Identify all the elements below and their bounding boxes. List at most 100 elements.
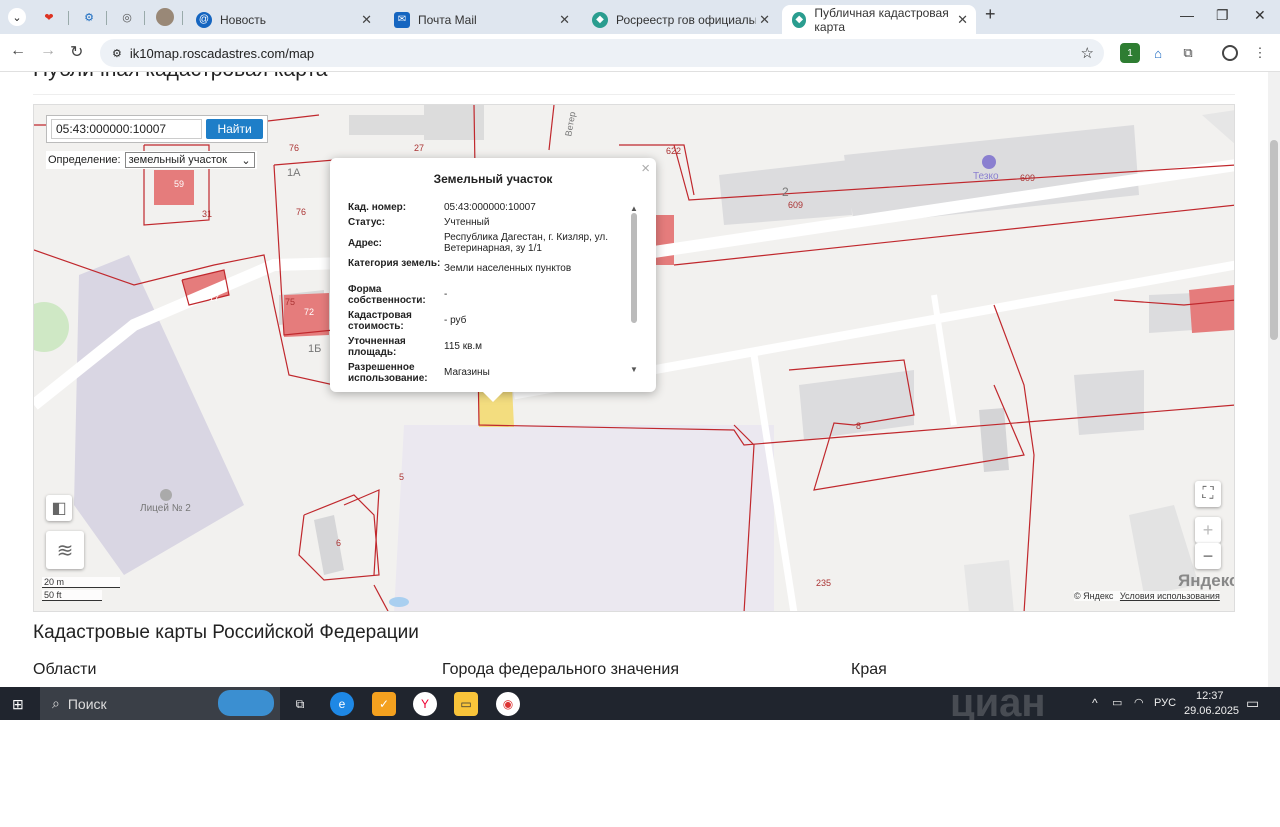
parcel-boundary [373, 584, 389, 611]
edge-icon[interactable]: e [330, 692, 354, 716]
minimize-button[interactable]: — [1180, 7, 1194, 23]
fullscreen-icon[interactable]: ⛶ [1195, 481, 1221, 507]
find-button[interactable]: Найти [206, 119, 263, 139]
close-icon[interactable]: ✕ [559, 12, 570, 28]
tasks-icon[interactable]: ✓ [372, 692, 396, 716]
forward-button[interactable]: → [40, 42, 56, 60]
tab-news[interactable]: @ Новость ✕ [186, 5, 380, 34]
info-row-permitted-use: Разрешенное использование: Магазины [348, 362, 628, 382]
map-poi-label[interactable]: Лицей № 2 [140, 503, 191, 514]
tray-date[interactable]: 29.06.2025 [1184, 705, 1239, 717]
pinned-tab-network-icon[interactable]: ⚙ [80, 8, 98, 26]
chevron-down-icon: ⌄ [241, 154, 251, 167]
profile-icon[interactable] [1222, 45, 1238, 61]
input-language[interactable]: РУС [1154, 697, 1176, 709]
map-label: 31 [202, 209, 213, 219]
popup-pointer [483, 392, 503, 402]
tray-time[interactable]: 12:37 [1196, 690, 1224, 702]
tab-strip: ⌄ ❤ ⚙ ◎ @ Новость ✕ ✉ Почта Mail ✕ ◆ Рос… [0, 0, 1280, 34]
info-value: 05:43:000000:10007 [444, 202, 536, 213]
definition-select[interactable]: земельный участок ⌄ [124, 152, 255, 168]
ruler-icon[interactable]: ◧ [46, 495, 72, 521]
search-highlight-icon [218, 690, 274, 716]
map-building [964, 560, 1014, 611]
close-icon[interactable]: ✕ [361, 12, 372, 28]
layers-icon[interactable]: ≋ [46, 531, 84, 569]
parcel-boundary [548, 105, 555, 151]
pinned-tab-avatar-icon[interactable] [156, 8, 174, 26]
close-icon[interactable]: ✕ [957, 12, 968, 28]
cadastral-search: 05:43:000000:10007 Найти [46, 115, 268, 143]
tray-wifi-icon[interactable]: ◠ [1134, 696, 1144, 709]
map-water [389, 597, 409, 607]
scroll-up-icon[interactable]: ▲ [630, 204, 638, 213]
map-poi-label[interactable]: Тезко [973, 171, 999, 182]
cadastral-number-input[interactable]: 05:43:000000:10007 [51, 119, 203, 139]
tab-search-chevron-icon[interactable]: ⌄ [8, 8, 26, 26]
extensions-puzzle-icon[interactable]: ⧉ [1178, 43, 1198, 63]
definition-select-value: земельный участок [128, 154, 227, 166]
new-tab-button[interactable]: + [985, 4, 996, 25]
maximize-button[interactable]: ❐ [1216, 7, 1229, 24]
tab-mail[interactable]: ✉ Почта Mail ✕ [384, 5, 578, 34]
cadastral-map[interactable]: 76 27 622 59 1А 31 76 2 609 Тезко 609 17… [33, 104, 1235, 612]
yandex-browser-icon[interactable]: Y [413, 692, 437, 716]
rosreestr-icon: ◆ [592, 11, 608, 28]
map-label: 2 [782, 185, 789, 199]
column-federal-cities[interactable]: Города федерального значения [442, 661, 679, 679]
chrome-icon[interactable]: ◉ [496, 692, 520, 716]
page-scroll-thumb[interactable] [1270, 140, 1278, 340]
column-regions[interactable]: Области [33, 661, 96, 679]
info-row-cadastral-value: Кадастровая стоимость: - руб [348, 310, 628, 332]
column-krai[interactable]: Края [851, 661, 887, 679]
address-bar[interactable]: ⚙ ik10map.roscadastres.com/map ☆ [100, 39, 1104, 67]
bookmark-star-icon[interactable]: ☆ [1081, 44, 1094, 62]
info-row-cad-number: Кад. номер: 05:43:000000:10007 [348, 202, 628, 213]
file-explorer-icon[interactable]: ▭ [454, 692, 478, 716]
map-label: 1Б [308, 343, 322, 355]
back-button[interactable]: ← [10, 42, 26, 60]
tab-cadastral-map[interactable]: ◆ Публичная кадастровая карта ✕ [782, 5, 976, 34]
tab-separator [182, 11, 183, 25]
close-icon[interactable]: ✕ [759, 12, 770, 28]
tray-network-icon[interactable]: ▭ [1112, 696, 1122, 709]
map-label: 59 [174, 179, 185, 189]
shop-poi-icon[interactable] [982, 155, 996, 169]
pinned-tab-target-icon[interactable]: ◎ [118, 8, 136, 26]
pinned-tab-heart-icon[interactable]: ❤ [40, 8, 58, 26]
menu-kebab-icon[interactable]: ⋮ [1250, 43, 1270, 63]
terms-link[interactable]: Условия использования [1120, 591, 1220, 601]
page-content: Публичная кадастровая карта [0, 72, 1268, 688]
notifications-icon[interactable]: ▭ [1246, 695, 1259, 712]
copyright-text: © Яндекс [1074, 591, 1114, 601]
map-label: 609 [1020, 173, 1036, 183]
close-window-button[interactable]: ✕ [1254, 7, 1266, 24]
info-key: Кад. номер: [348, 202, 407, 213]
search-icon: ⌕ [52, 695, 60, 711]
extension-shield-icon[interactable]: 1 [1120, 43, 1140, 63]
info-key: Адрес: [348, 238, 382, 249]
tab-rosreestr[interactable]: ◆ Росреестр гов официальный с ✕ [582, 5, 778, 34]
scroll-down-icon[interactable]: ▼ [630, 365, 638, 374]
zoom-out-button[interactable]: − [1195, 543, 1221, 569]
extension-home-icon[interactable]: ⌂ [1148, 43, 1168, 63]
section-title: Кадастровые карты Российской Федерации [33, 622, 419, 643]
windows-start-icon[interactable]: ⊞ [12, 696, 24, 713]
tab-label: Росреестр гов официальный с [616, 12, 756, 27]
info-value: Земли населенных пунктов [444, 263, 572, 274]
info-row-land-category: Категория земель: Земли населенных пункто… [348, 258, 628, 274]
taskbar-search[interactable]: ⌕ Поиск [40, 687, 280, 720]
zoom-in-button[interactable]: + [1195, 517, 1221, 543]
tray-chevron-icon[interactable]: ^ [1092, 696, 1098, 710]
map-label: 76 [289, 143, 300, 153]
map-label: 622 [666, 146, 682, 156]
task-view-icon[interactable]: ⧉ [288, 692, 312, 716]
school-poi-icon[interactable] [160, 489, 172, 501]
reload-button[interactable]: ↻ [70, 42, 83, 62]
info-value: 115 кв.м [444, 341, 483, 352]
tab-separator [144, 11, 145, 25]
popup-scroll-thumb[interactable] [631, 213, 637, 323]
site-settings-icon[interactable]: ⚙ [112, 47, 122, 60]
popup-scrollbar[interactable]: ▲ ▼ [630, 204, 638, 376]
mail-at-icon: @ [196, 11, 212, 28]
